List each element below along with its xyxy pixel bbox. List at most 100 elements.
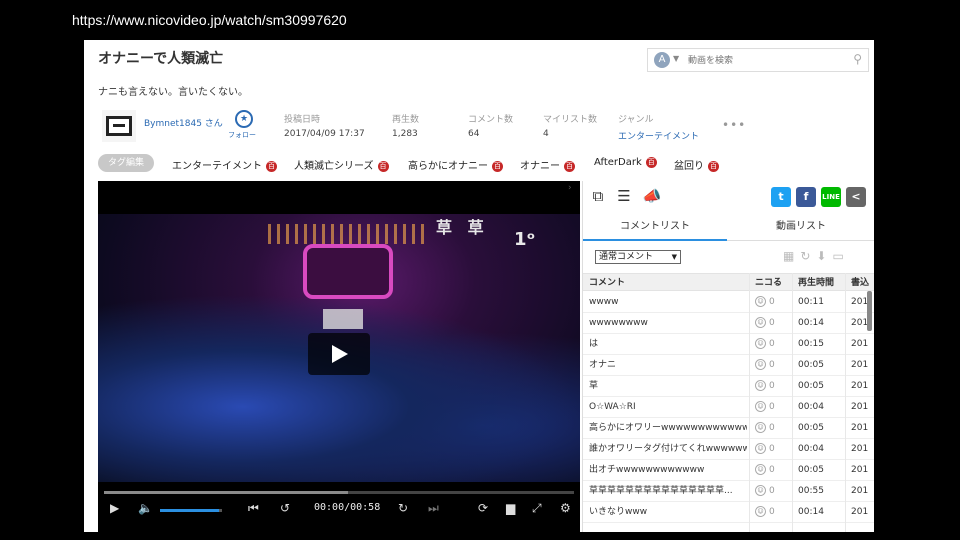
table-row[interactable]: O☆WA☆RI ☺ 0 00:04 201 [583, 397, 874, 418]
player-controls: ▶ 🔈 ⏮ ↺ 00:00/00:58 ↻ ⏭ ⟳ ▆ ⤢ ⚙ [98, 497, 580, 523]
tag-item[interactable]: 人類滅亡シリーズ百 [294, 157, 389, 172]
tag-item[interactable]: 高らかにオナニー百 [408, 157, 503, 172]
nicoru-icon[interactable]: ☺ [755, 422, 766, 433]
nicoru-cell[interactable]: ☺ 0 [755, 292, 791, 313]
loop-icon[interactable]: ⟳ [478, 501, 488, 515]
refresh-icon[interactable]: ↻ [800, 249, 816, 263]
nicoru-cell[interactable]: ☺ 0 [755, 418, 791, 439]
playback-time: 00:05 [798, 423, 824, 433]
dictionary-icon[interactable]: 百 [266, 161, 277, 172]
table-row[interactable]: いきなりwww ☺ 0 00:14 201 [583, 502, 874, 523]
nicoru-icon[interactable]: ☺ [755, 359, 766, 370]
search-box[interactable]: A ▼ ⚲ [647, 48, 869, 72]
comment-list-scrollbar[interactable] [867, 291, 872, 331]
chevron-down-icon[interactable]: ▼ [673, 54, 679, 63]
nicoru-cell[interactable]: ☺ 0 [755, 355, 791, 376]
nicoru-icon[interactable]: ☺ [755, 485, 766, 496]
calendar-icon[interactable]: ▦ [783, 249, 800, 263]
tab-video-list[interactable]: 動画リスト [727, 213, 874, 241]
header-comment[interactable]: コメント [589, 274, 747, 292]
window-mode-icon[interactable]: ⧉ [587, 187, 609, 207]
forward-10-icon[interactable]: ↻ [398, 501, 408, 515]
table-row[interactable]: wwwwwwww ☺ 0 00:14 201 [583, 313, 874, 334]
twitter-share-icon[interactable]: t [771, 187, 791, 207]
tag-item[interactable]: オナニー百 [520, 157, 575, 172]
nicoru-icon[interactable]: ☺ [755, 401, 766, 412]
nicoru-icon[interactable]: ☺ [755, 296, 766, 307]
tag-item[interactable]: 盆回り百 [674, 157, 719, 172]
play-icon[interactable]: ▶ [110, 501, 119, 515]
rewind-10-icon[interactable]: ↺ [280, 501, 290, 515]
download-icon[interactable]: ⬇ [816, 249, 832, 263]
nicoru-cell[interactable]: ☺ 0 [755, 460, 791, 481]
table-row[interactable]: 高らかにオワリーwwwwwwwwwwww ☺ 0 00:05 201 [583, 418, 874, 439]
address-bar-url[interactable]: https://www.nicovideo.jp/watch/sm3099762… [72, 12, 347, 28]
comment-icon[interactable]: ▭ [832, 249, 849, 263]
tag-label[interactable]: AfterDark [594, 157, 642, 168]
share-icon[interactable]: < [846, 187, 866, 207]
table-row[interactable]: 誰かオワリータグ付けてくれwwwwww ☺ 0 00:04 201 [583, 439, 874, 460]
nicoru-cell[interactable]: ☺ 0 [755, 439, 791, 460]
search-input[interactable] [688, 52, 838, 69]
volume-icon[interactable]: 🔈 [138, 501, 153, 515]
volume-slider[interactable] [160, 509, 222, 512]
nicoru-icon[interactable]: ☺ [755, 443, 766, 454]
table-row[interactable]: は ☺ 0 00:15 201 [583, 334, 874, 355]
genre-link[interactable]: エンターテイメント [618, 129, 699, 142]
table-row[interactable]: オナニ ☺ 0 00:05 201 [583, 355, 874, 376]
line-share-icon[interactable]: LINE [821, 187, 841, 207]
table-row[interactable]: 草 ☺ 0 00:05 201 [583, 376, 874, 397]
tab-comment-list[interactable]: コメントリスト [583, 213, 727, 241]
dictionary-icon[interactable]: 百 [708, 161, 719, 172]
nicoru-icon[interactable]: ☺ [755, 464, 766, 475]
header-nicoru[interactable]: ニコる [755, 274, 791, 292]
tag-label[interactable]: エンターテイメント [172, 161, 262, 172]
tag-edit-button[interactable]: タグ編集 [98, 154, 154, 172]
skip-to-start-icon[interactable]: ⏮ [248, 501, 259, 516]
nicoru-cell[interactable]: ☺ 0 [755, 502, 791, 523]
chevron-right-icon[interactable]: › [568, 183, 578, 213]
uad-icon[interactable]: 📣 [641, 187, 663, 207]
search-icon[interactable]: ⚲ [853, 52, 862, 66]
tag-item[interactable]: エンターテイメント百 [172, 157, 277, 172]
seek-bar[interactable] [104, 491, 574, 494]
uploader-avatar[interactable] [102, 110, 136, 142]
dictionary-icon[interactable]: 百 [377, 161, 389, 172]
video-player[interactable]: › 草 草 1ᵒ ▶ 🔈 ⏮ ↺ 00:00/00:58 ↻ ⏭ ⟳ ▆ ⤢ ⚙ [98, 181, 580, 532]
nicoru-icon[interactable]: ☺ [755, 380, 766, 391]
nicoru-cell[interactable]: ☺ 0 [755, 334, 791, 355]
uploader-name[interactable]: Bymnet1845 さん [144, 116, 223, 129]
facebook-share-icon[interactable]: f [796, 187, 816, 207]
header-time[interactable]: 再生時間 [798, 274, 842, 292]
mylist-add-icon[interactable]: ☰ [613, 187, 635, 207]
comment-filter-select[interactable]: 通常コメント ▼ [595, 250, 681, 264]
table-row[interactable]: 出オチwwwwwwwwwwww ☺ 0 00:05 201 [583, 460, 874, 481]
header-date[interactable]: 書込 [851, 274, 871, 292]
table-row[interactable]: 草草草草草草草草草草草草草草草... ☺ 0 00:55 201 [583, 481, 874, 502]
tag-label[interactable]: オナニー [520, 161, 560, 172]
nicoru-icon[interactable]: ☺ [755, 506, 766, 517]
stat-value: 4 [543, 129, 549, 139]
comment-toggle-icon[interactable]: ▆ [506, 501, 515, 515]
nicoru-icon[interactable]: ☺ [755, 317, 766, 328]
dictionary-icon[interactable]: 百 [645, 157, 657, 168]
settings-gear-icon[interactable]: ⚙ [560, 501, 571, 515]
nicoru-icon[interactable]: ☺ [755, 338, 766, 349]
nicoru-cell[interactable]: ☺ 0 [755, 481, 791, 502]
more-menu-icon[interactable]: ••• [722, 118, 746, 132]
big-play-button[interactable] [308, 333, 370, 375]
nicoru-cell[interactable]: ☺ 0 [755, 313, 791, 334]
table-row[interactable]: wwww ☺ 0 00:11 201 [583, 292, 874, 313]
search-engine-icon[interactable]: A [654, 52, 670, 68]
nicoru-cell[interactable]: ☺ 0 [755, 397, 791, 418]
tag-label[interactable]: 高らかにオナニー [408, 161, 488, 172]
tag-label[interactable]: 人類滅亡シリーズ [294, 161, 374, 172]
dictionary-icon[interactable]: 百 [492, 161, 503, 172]
dictionary-icon[interactable]: 百 [564, 161, 575, 172]
fullscreen-icon[interactable]: ⤢ [532, 501, 542, 516]
tag-label[interactable]: 盆回り [674, 161, 704, 172]
follow-button[interactable]: ★ フォロー [228, 110, 256, 140]
tag-item[interactable]: AfterDark 百 [594, 157, 657, 168]
next-video-icon[interactable]: ⏭ [428, 501, 439, 516]
nicoru-cell[interactable]: ☺ 0 [755, 376, 791, 397]
